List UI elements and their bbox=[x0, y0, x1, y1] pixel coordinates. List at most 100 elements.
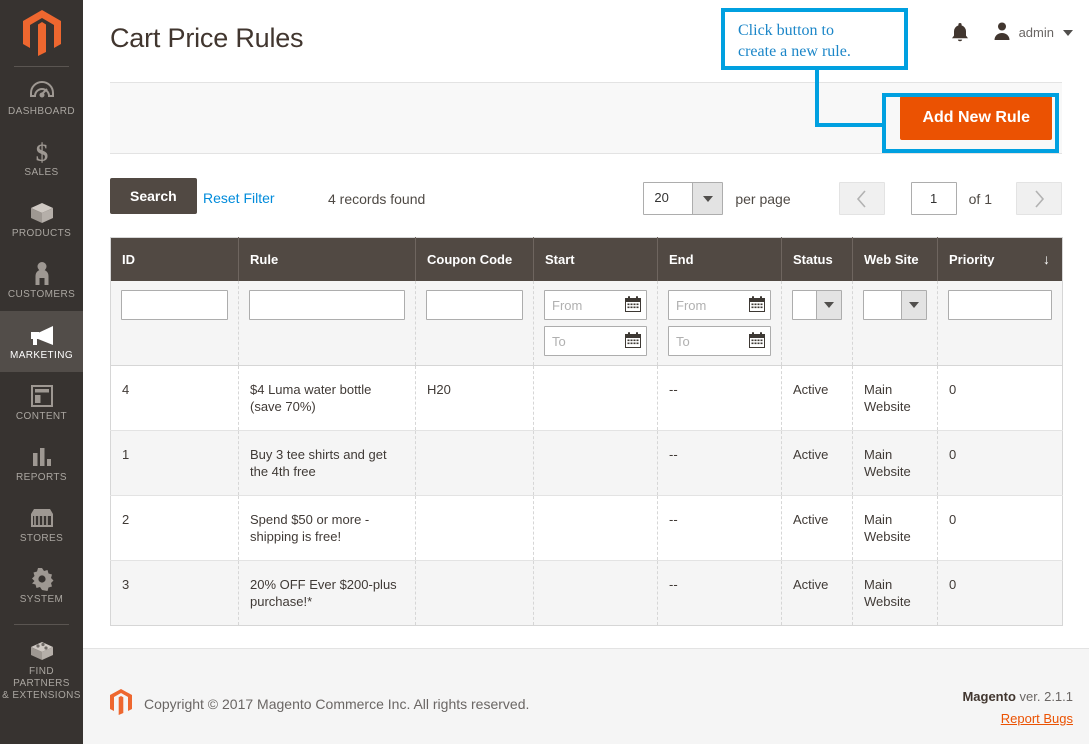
calendar-icon[interactable] bbox=[748, 295, 766, 313]
filter-cell-id bbox=[110, 281, 239, 366]
filter-start-to bbox=[544, 326, 647, 356]
table-row[interactable]: 4 $4 Luma water bottle (save 70%) H20 --… bbox=[110, 365, 1063, 431]
column-header-priority[interactable]: Priority ↓ bbox=[937, 237, 1063, 281]
sidebar-item-system[interactable]: SYSTEM bbox=[0, 555, 83, 616]
dashboard-icon bbox=[2, 78, 81, 104]
sidebar-item-sales[interactable]: $ SALES bbox=[0, 128, 83, 189]
footer-version: Magento ver. 2.1.1 bbox=[962, 689, 1073, 704]
sidebar-item-dashboard[interactable]: DASHBOARD bbox=[0, 67, 83, 128]
sidebar-item-find-partners-extensions[interactable]: FIND PARTNERS & EXTENSIONS bbox=[0, 625, 83, 712]
footer-version-brand: Magento bbox=[962, 689, 1016, 704]
calendar-icon[interactable] bbox=[624, 295, 642, 313]
table-row[interactable]: 1 Buy 3 tee shirts and get the 4th free … bbox=[110, 430, 1063, 496]
chevron-left-icon[interactable] bbox=[838, 182, 885, 215]
footer-copyright: Copyright © 2017 Magento Commerce Inc. A… bbox=[110, 689, 529, 718]
cell-web-site: Main Website bbox=[852, 495, 938, 561]
page-actions-bar: Add New Rule bbox=[110, 82, 1062, 154]
extension-icon bbox=[2, 638, 81, 664]
sidebar-item-label: CONTENT bbox=[15, 411, 68, 422]
sidebar-item-label: CUSTOMERS bbox=[7, 289, 76, 300]
column-label: Rule bbox=[250, 252, 279, 267]
filter-select-web-site[interactable] bbox=[863, 290, 927, 320]
cell-end: -- bbox=[657, 430, 782, 496]
sidebar-item-stores[interactable]: STORES bbox=[0, 494, 83, 555]
filter-end-from bbox=[668, 290, 771, 320]
user-menu[interactable]: admin bbox=[992, 21, 1073, 44]
grid-wrapper: ID Rule Coupon Code Start End Status Web… bbox=[110, 237, 1063, 626]
filter-select-web-site-value bbox=[864, 291, 901, 319]
filter-start-from bbox=[544, 290, 647, 320]
sidebar-item-customers[interactable]: CUSTOMERS bbox=[0, 250, 83, 311]
chevron-down-icon bbox=[692, 183, 723, 214]
sidebar-item-products[interactable]: PRODUCTS bbox=[0, 189, 83, 250]
column-header-status[interactable]: Status bbox=[781, 237, 853, 281]
megaphone-icon bbox=[2, 322, 81, 348]
reset-filter-link[interactable]: Reset Filter bbox=[203, 190, 275, 206]
cell-start bbox=[533, 430, 658, 496]
cell-coupon-code bbox=[415, 495, 534, 561]
filter-cell-status bbox=[781, 281, 853, 366]
cell-status: Active bbox=[781, 560, 853, 626]
page-footer: Copyright © 2017 Magento Commerce Inc. A… bbox=[83, 648, 1089, 744]
filter-input-coupon-code[interactable] bbox=[426, 290, 523, 320]
magento-logo[interactable] bbox=[0, 0, 83, 62]
filter-cell-coupon-code bbox=[415, 281, 534, 366]
column-label: Web Site bbox=[864, 252, 919, 267]
sidebar-item-marketing[interactable]: MARKETING bbox=[0, 311, 83, 372]
column-label: Priority bbox=[949, 252, 995, 267]
user-name: admin bbox=[1018, 25, 1054, 40]
user-avatar-icon bbox=[992, 21, 1012, 44]
column-label: ID bbox=[122, 252, 135, 267]
cell-rule: 20% OFF Ever $200-plus purchase!* bbox=[238, 560, 416, 626]
filter-input-priority[interactable] bbox=[948, 290, 1052, 320]
chevron-right-icon[interactable] bbox=[1016, 182, 1062, 215]
add-new-rule-button[interactable]: Add New Rule bbox=[900, 96, 1052, 140]
cell-coupon-code bbox=[415, 560, 534, 626]
per-page-value: 20 bbox=[654, 190, 669, 205]
column-header-start[interactable]: Start bbox=[533, 237, 658, 281]
table-row[interactable]: 2 Spend $50 or more - shipping is free! … bbox=[110, 495, 1063, 561]
cell-status: Active bbox=[781, 430, 853, 496]
cart-price-rules-table: ID Rule Coupon Code Start End Status Web… bbox=[110, 237, 1063, 626]
filter-select-status[interactable] bbox=[792, 290, 842, 320]
chevron-down-icon bbox=[1063, 29, 1073, 36]
column-header-rule[interactable]: Rule bbox=[238, 237, 416, 281]
footer-copyright-text: Copyright © 2017 Magento Commerce Inc. A… bbox=[144, 695, 530, 712]
admin-sidebar: DASHBOARD $ SALES PRODUCTS CUSTOMERS MAR… bbox=[0, 0, 83, 744]
filter-input-rule[interactable] bbox=[249, 290, 405, 320]
column-header-id[interactable]: ID bbox=[110, 237, 239, 281]
table-header-row: ID Rule Coupon Code Start End Status Web… bbox=[110, 237, 1063, 281]
cell-status: Active bbox=[781, 365, 853, 431]
footer-version-text: ver. 2.1.1 bbox=[1015, 689, 1073, 704]
cell-id: 1 bbox=[110, 430, 239, 496]
table-row[interactable]: 3 20% OFF Ever $200-plus purchase!* -- A… bbox=[110, 560, 1063, 626]
sidebar-item-content[interactable]: CONTENT bbox=[0, 372, 83, 433]
cell-id: 2 bbox=[110, 495, 239, 561]
calendar-icon[interactable] bbox=[624, 331, 642, 349]
report-bugs-link[interactable]: Report Bugs bbox=[962, 711, 1073, 726]
notification-bell-icon[interactable] bbox=[950, 22, 970, 44]
page-total-label: of 1 bbox=[968, 190, 992, 207]
column-header-web-site[interactable]: Web Site bbox=[852, 237, 938, 281]
column-header-coupon-code[interactable]: Coupon Code bbox=[415, 237, 534, 281]
main-content: Cart Price Rules admin Add New Rule Sear… bbox=[83, 0, 1089, 744]
page-title: Cart Price Rules bbox=[110, 23, 304, 53]
sort-descending-icon: ↓ bbox=[1043, 251, 1050, 267]
sidebar-item-label: MARKETING bbox=[9, 350, 74, 361]
calendar-icon[interactable] bbox=[748, 331, 766, 349]
grid-toolbar: Search Reset Filter 4 records found 20 p… bbox=[110, 178, 1062, 224]
page-number-input[interactable] bbox=[910, 182, 957, 215]
person-icon bbox=[2, 261, 81, 287]
per-page-select[interactable]: 20 bbox=[643, 182, 724, 215]
filter-cell-rule bbox=[238, 281, 416, 366]
filter-input-id[interactable] bbox=[121, 290, 228, 320]
sidebar-item-label: SALES bbox=[24, 167, 59, 178]
sidebar-item-label: REPORTS bbox=[16, 472, 67, 483]
column-label: Start bbox=[545, 252, 575, 267]
cell-id: 4 bbox=[110, 365, 239, 431]
search-button[interactable]: Search bbox=[110, 178, 197, 214]
column-label: Status bbox=[793, 252, 833, 267]
column-header-end[interactable]: End bbox=[657, 237, 782, 281]
sidebar-item-reports[interactable]: REPORTS bbox=[0, 433, 83, 494]
cell-web-site: Main Website bbox=[852, 365, 938, 431]
